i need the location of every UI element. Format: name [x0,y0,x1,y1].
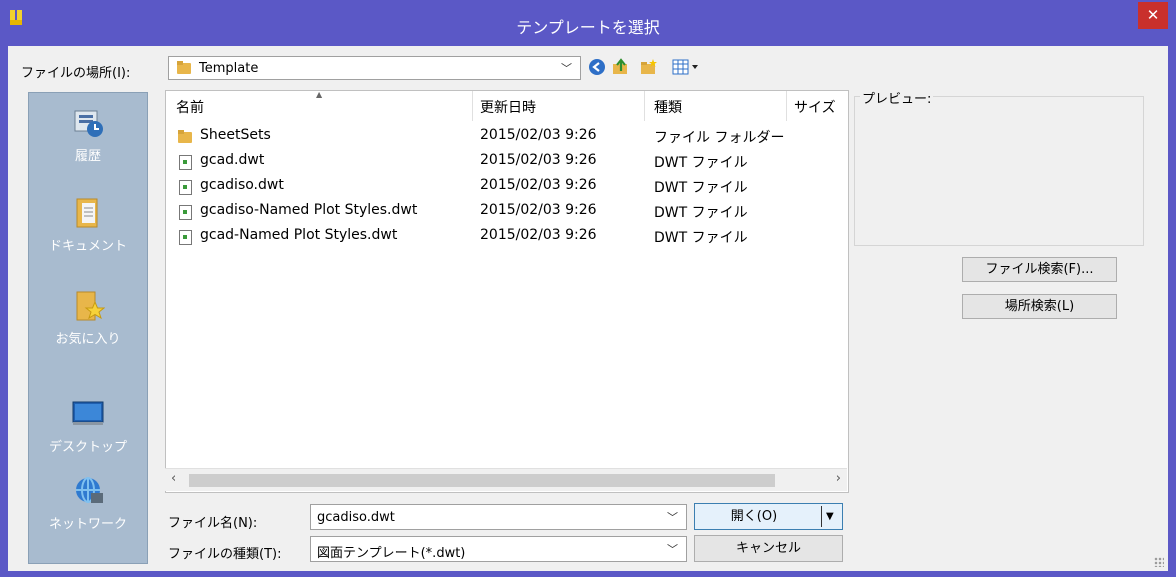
dwt-file-icon [179,230,192,245]
place-documents[interactable]: ドキュメント [29,197,147,254]
place-network[interactable]: ネットワーク [29,475,147,532]
file-type: DWT ファイル [654,155,748,171]
place-favorites[interactable]: お気に入り [29,290,147,347]
back-icon[interactable] [588,58,606,76]
chevron-down-icon[interactable]: ﹀ [667,509,678,525]
scroll-right-icon[interactable]: › [836,471,841,486]
file-type: DWT ファイル [654,180,748,196]
filename-input[interactable]: gcadiso.dwt [317,510,395,525]
file-row[interactable]: gcad-Named Plot Styles.dwt 2015/02/03 9:… [166,224,846,249]
file-type: DWT ファイル [654,205,748,221]
close-button[interactable]: ✕ [1138,2,1168,29]
file-list: 名前 ▲ 更新日時 種類 サイズ SheetSets 2015/02/03 9:… [165,90,849,493]
dialog-body: ファイルの場所(I): Template ﹀ 履歴 ドキュメント お気に入り デ… [8,46,1168,571]
dwt-file-icon [179,205,192,220]
scroll-left-icon[interactable]: ‹ [171,471,176,486]
file-name: gcad.dwt [200,152,265,168]
file-name: gcad-Named Plot Styles.dwt [200,227,398,243]
chevron-down-icon: ﹀ [561,62,572,75]
column-header-name[interactable]: 名前 [176,97,204,117]
dropdown-arrow-icon[interactable]: ▼ [826,504,834,529]
place-desktop-label: デスクトップ [48,440,127,455]
file-row[interactable]: gcadiso-Named Plot Styles.dwt 2015/02/03… [166,199,846,224]
preview-box [854,96,1144,246]
open-button[interactable]: 開く(O) ▼ [694,503,843,530]
documents-icon [71,197,105,229]
column-header-type[interactable]: 種類 [654,97,682,117]
find-file-button[interactable]: ファイル検索(F)... [962,257,1117,282]
filetype-label: ファイルの種類(T): [168,547,282,562]
place-history-label: 履歴 [74,149,101,164]
file-date: 2015/02/03 9:26 [480,152,597,168]
place-favorites-label: お気に入り [55,332,121,347]
file-type: DWT ファイル [654,230,748,246]
file-date: 2015/02/03 9:26 [480,227,597,243]
column-header-size[interactable]: サイズ [794,97,836,117]
file-date: 2015/02/03 9:26 [480,127,597,143]
file-row[interactable]: gcad.dwt 2015/02/03 9:26 DWT ファイル [166,149,846,174]
network-icon [71,475,105,507]
file-row[interactable]: SheetSets 2015/02/03 9:26 ファイル フォルダー [166,124,846,149]
filename-label: ファイル名(N): [168,516,258,531]
filename-combo[interactable]: gcadiso.dwt ﹀ [310,504,687,530]
history-icon [71,107,105,139]
file-type: ファイル フォルダー [654,130,785,146]
location-value: Template [199,61,259,76]
sort-ascending-icon: ▲ [316,90,323,99]
location-label: ファイルの場所(I): [21,66,131,81]
filetype-value: 図面テンプレート(*.dwt) [317,546,466,561]
place-documents-label: ドキュメント [48,239,127,254]
favorites-icon [71,290,106,322]
resize-grip[interactable] [1154,557,1164,567]
window-title: テンプレートを選択 [516,18,660,37]
chevron-down-icon[interactable]: ﹀ [667,541,678,557]
places-bar: 履歴 ドキュメント お気に入り デスクトップ ネットワーク [28,92,148,564]
place-history[interactable]: 履歴 [29,107,147,164]
locate-button[interactable]: 場所検索(L) [962,294,1117,319]
dwt-file-icon [179,155,192,170]
file-name: SheetSets [200,127,271,143]
file-row[interactable]: gcadiso.dwt 2015/02/03 9:26 DWT ファイル [166,174,846,199]
file-name: gcadiso.dwt [200,177,284,193]
scroll-thumb[interactable] [189,474,775,487]
desktop-icon [71,398,105,430]
up-folder-icon[interactable] [612,58,630,76]
column-header-date[interactable]: 更新日時 [480,97,536,117]
file-name: gcadiso-Named Plot Styles.dwt [200,202,418,218]
list-header: 名前 ▲ 更新日時 種類 サイズ [166,90,846,121]
cancel-button[interactable]: キャンセル [694,535,843,562]
place-network-label: ネットワーク [48,517,127,532]
place-desktop[interactable]: デスクトップ [29,398,147,455]
filetype-combo[interactable]: 図面テンプレート(*.dwt) ﹀ [310,536,687,562]
horizontal-scrollbar[interactable]: ‹ › [165,468,847,491]
file-date: 2015/02/03 9:26 [480,177,597,193]
new-folder-icon[interactable] [640,58,658,76]
view-menu-icon[interactable] [672,58,700,76]
dwt-file-icon [179,180,192,195]
title-bar: テンプレートを選択 ✕ [0,0,1176,46]
folder-icon [178,130,192,144]
folder-icon [177,61,191,75]
preview-label: プレビュー: [860,88,934,107]
file-date: 2015/02/03 9:26 [480,202,597,218]
location-combo[interactable]: Template ﹀ [168,56,581,80]
open-button-label: 開く(O) [730,509,778,524]
